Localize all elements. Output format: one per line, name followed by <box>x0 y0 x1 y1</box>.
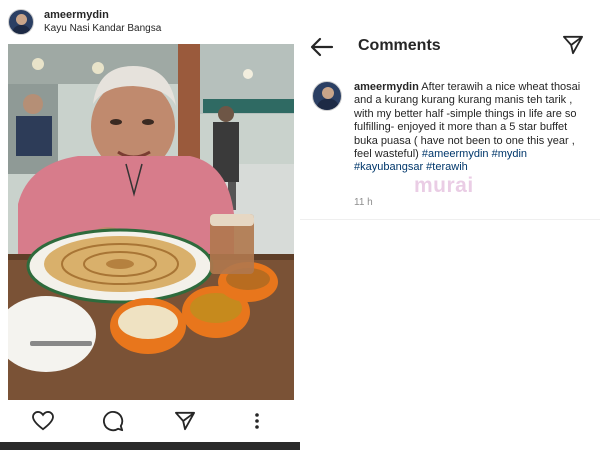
heart-icon[interactable] <box>32 410 54 432</box>
vertical-dots-icon[interactable] <box>246 410 268 432</box>
hashtag-link[interactable]: #mydin <box>492 148 527 160</box>
back-arrow-icon[interactable] <box>310 36 334 58</box>
paper-plane-icon[interactable] <box>174 410 196 432</box>
post-location[interactable]: Kayu Nasi Kandar Bangsa <box>44 22 161 35</box>
post-header: ameermydin Kayu Nasi Kandar Bangsa <box>8 0 294 44</box>
post-username[interactable]: ameermydin <box>44 9 161 22</box>
post-panel: ameermydin Kayu Nasi Kandar Bangsa <box>0 0 300 450</box>
avatar[interactable] <box>312 81 342 111</box>
comment-avatar[interactable] <box>312 81 342 111</box>
comments-header: Comments <box>300 0 600 90</box>
comments-panel: Comments ameermydin After terawih a nice… <box>300 0 600 450</box>
comment-username[interactable]: ameermydin <box>354 81 419 93</box>
comment-body: ameermydin After terawih a nice wheat th… <box>354 81 584 175</box>
divider <box>300 219 600 220</box>
avatar[interactable] <box>8 9 34 35</box>
post-photo[interactable] <box>8 44 294 400</box>
page-title: Comments <box>358 37 441 54</box>
post-header-text: ameermydin Kayu Nasi Kandar Bangsa <box>44 9 161 35</box>
hashtag-link[interactable]: #ameermydin <box>422 148 489 160</box>
speech-bubble-icon[interactable] <box>102 410 124 432</box>
hashtag-link[interactable]: #terawih <box>426 161 468 173</box>
post-actions <box>8 400 294 442</box>
comment-timestamp: 11 h <box>354 197 373 208</box>
watermark: murai <box>414 174 474 197</box>
bottom-bar <box>0 442 300 450</box>
paper-plane-icon[interactable] <box>562 35 584 57</box>
hashtag-link[interactable]: #kayubangsar <box>354 161 423 173</box>
